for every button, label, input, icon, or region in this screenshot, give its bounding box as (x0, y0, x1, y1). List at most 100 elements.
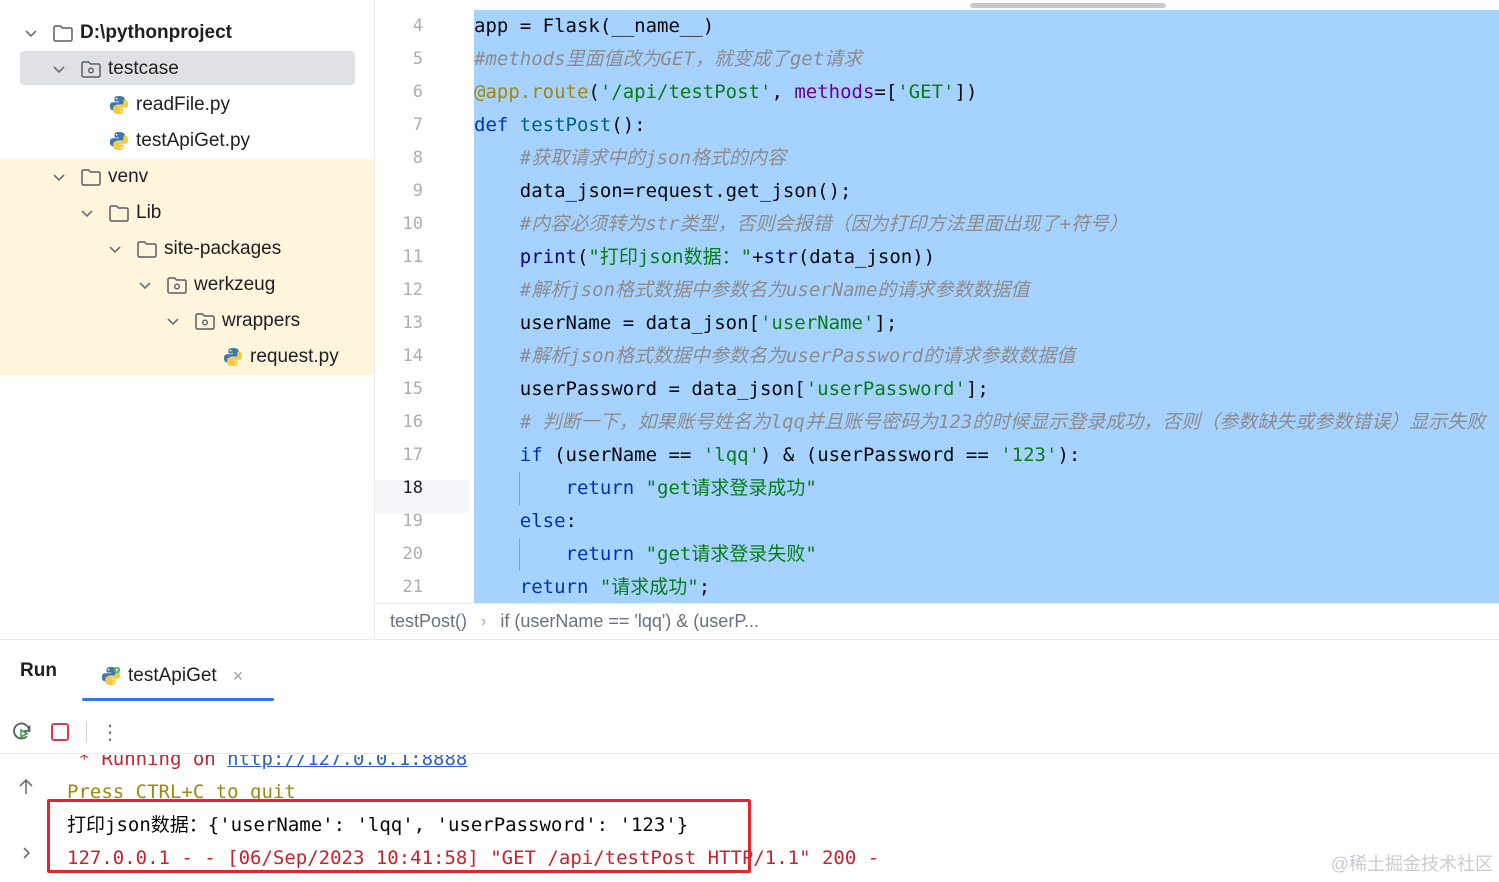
code-line[interactable]: #methods里面值改为GET，就变成了get请求 (474, 43, 862, 76)
line-number[interactable]: 16 (375, 406, 423, 439)
tree-item-request-py[interactable]: request.py (0, 339, 374, 375)
line-number[interactable]: 5 (375, 43, 423, 76)
tree-item-d-pythonproject[interactable]: D:\pythonproject (0, 15, 374, 51)
line-number[interactable]: 8 (375, 142, 423, 175)
code-token: 'GET' (897, 81, 955, 103)
tree-item-label: testcase (108, 58, 179, 79)
server-url-link[interactable]: http://127.0.0.1:8888 (227, 755, 467, 770)
code-line[interactable]: def testPost(): (474, 109, 646, 142)
chevron-down-icon[interactable] (108, 242, 122, 256)
console-sidebar (0, 755, 50, 882)
package-folder-icon (166, 275, 188, 295)
package-folder-icon (194, 311, 216, 331)
rerun-button[interactable] (8, 718, 36, 746)
code-token: testPost (519, 114, 612, 136)
code-token: @app.route (474, 81, 589, 103)
close-icon[interactable]: × (233, 666, 244, 687)
code-line[interactable]: print("打印json数据："+str(data_json)) (474, 241, 935, 274)
code-line[interactable]: else: (474, 505, 577, 538)
code-line[interactable]: return "get请求登录成功" (474, 472, 817, 505)
code-line[interactable]: return "请求成功"; (474, 571, 710, 603)
code-token: ]; (965, 378, 989, 400)
code-token: "get请求登录失败" (645, 543, 817, 565)
tree-item-venv[interactable]: venv (0, 159, 374, 195)
tree-item-werkzeug[interactable]: werkzeug (0, 267, 374, 303)
code-line[interactable]: @app.route('/api/testPost', methods=['GE… (474, 76, 977, 109)
code-editor[interactable]: 4 5 6 7 8 9 10 11 12 13 14 15 16 17 18 19 20 21 app = Fla… (375, 0, 1499, 603)
code-token: ( (588, 81, 600, 103)
scroll-up-button[interactable] (14, 775, 38, 799)
line-number[interactable]: 18 (375, 472, 423, 505)
code-selection[interactable]: app = Flask(__name__) #methods里面值改为GET，就变… (474, 10, 1499, 603)
code-token: userPassword = data_json[ (474, 378, 806, 400)
line-number[interactable]: 21 (375, 571, 423, 603)
code-token: #解析json格式数据中参数名为userPassword的请求参数数据值 (519, 345, 1076, 367)
stop-button[interactable] (46, 718, 74, 746)
code-line[interactable]: data_json=request.get_json(); (474, 175, 852, 208)
run-tab-testapiget[interactable]: testApiGet × (82, 650, 274, 702)
breadcrumb-separator: › (481, 612, 487, 630)
tree-item-site-packages[interactable]: site-packages (0, 231, 374, 267)
chevron-right-icon (23, 847, 31, 859)
tree-item-wrappers[interactable]: wrappers (0, 303, 374, 339)
tree-item-testapiget-py[interactable]: testApiGet.py (0, 123, 374, 159)
more-vertical-icon: ⋮ (100, 721, 120, 744)
line-number[interactable]: 15 (375, 373, 423, 406)
code-line[interactable]: if (userName == 'lqq') & (userPassword =… (474, 439, 1081, 472)
code-token: ): (1057, 444, 1081, 466)
code-line[interactable]: #内容必须转为str类型，否则会报错（因为打印方法里面出现了+符号） (474, 208, 1128, 241)
line-number-gutter[interactable]: 4 5 6 7 8 9 10 11 12 13 14 15 16 17 18 19 20 21 (375, 10, 470, 603)
code-token: (): (611, 114, 646, 136)
code-token: : (565, 510, 577, 532)
code-line[interactable]: app = Flask(__name__) (474, 10, 714, 43)
line-number[interactable]: 9 (375, 175, 423, 208)
breadcrumb: testPost() › if (userName == 'lqq') & (u… (375, 603, 1499, 639)
line-number[interactable]: 12 (375, 274, 423, 307)
tree-item-lib[interactable]: Lib (0, 195, 374, 231)
line-number[interactable]: 19 (375, 505, 423, 538)
code-line[interactable]: userPassword = data_json['userPassword']… (474, 373, 989, 406)
code-token: (data_json)) (797, 246, 936, 268)
tree-item-label: Lib (136, 202, 162, 223)
code-token: #内容必须转为str类型，否则会报错（因为打印方法里面出现了+符号） (519, 213, 1128, 235)
line-number[interactable]: 11 (375, 241, 423, 274)
code-token: #获取请求中的json格式的内容 (519, 147, 786, 169)
code-line[interactable]: userName = data_json['userName']; (474, 307, 898, 340)
code-token: #解析json格式数据中参数名为userName的请求参数数据值 (519, 279, 1030, 301)
more-options-button[interactable]: ⋮ (96, 718, 124, 746)
code-token: print (519, 246, 577, 268)
chevron-down-icon[interactable] (166, 314, 180, 328)
tree-item-testcase[interactable]: testcase (0, 51, 374, 87)
toolbar-separator (86, 721, 87, 743)
selection-highlight (20, 51, 355, 85)
chevron-down-icon[interactable] (138, 278, 152, 292)
code-line[interactable]: #解析json格式数据中参数名为userPassword的请求参数数据值 (474, 340, 1075, 373)
chevron-down-icon[interactable] (52, 62, 66, 76)
code-line[interactable]: #获取请求中的json格式的内容 (474, 142, 786, 175)
code-line[interactable]: #解析json格式数据中参数名为userName的请求参数数据值 (474, 274, 1030, 307)
chevron-down-icon[interactable] (52, 170, 66, 184)
tree-item-readfile-py[interactable]: readFile.py (0, 87, 374, 123)
line-number[interactable]: 20 (375, 538, 423, 571)
code-line[interactable]: # 判断一下，如果账号姓名为lqq并且账号密码为123的时候显示登录成功，否则（… (474, 406, 1486, 439)
horizontal-scrollbar-thumb[interactable] (970, 3, 1166, 8)
code-token: data_json=request.get_json(); (474, 180, 852, 202)
breadcrumb-item-function[interactable]: testPost() (390, 611, 467, 632)
line-number[interactable]: 17 (375, 439, 423, 472)
code-line[interactable]: return "get请求登录失败" (474, 538, 817, 571)
line-number[interactable]: 13 (375, 307, 423, 340)
chevron-down-icon[interactable] (80, 206, 94, 220)
line-number[interactable]: 7 (375, 109, 423, 142)
breadcrumb-item-if-statement[interactable]: if (userName == 'lqq') & (userP... (500, 611, 759, 632)
tree-item-label: wrappers (222, 310, 301, 331)
chevron-down-icon[interactable] (24, 26, 38, 40)
line-number[interactable]: 14 (375, 340, 423, 373)
line-number[interactable]: 6 (375, 76, 423, 109)
line-number[interactable]: 10 (375, 208, 423, 241)
line-number[interactable]: 4 (375, 10, 423, 43)
expand-button[interactable] (14, 841, 38, 865)
